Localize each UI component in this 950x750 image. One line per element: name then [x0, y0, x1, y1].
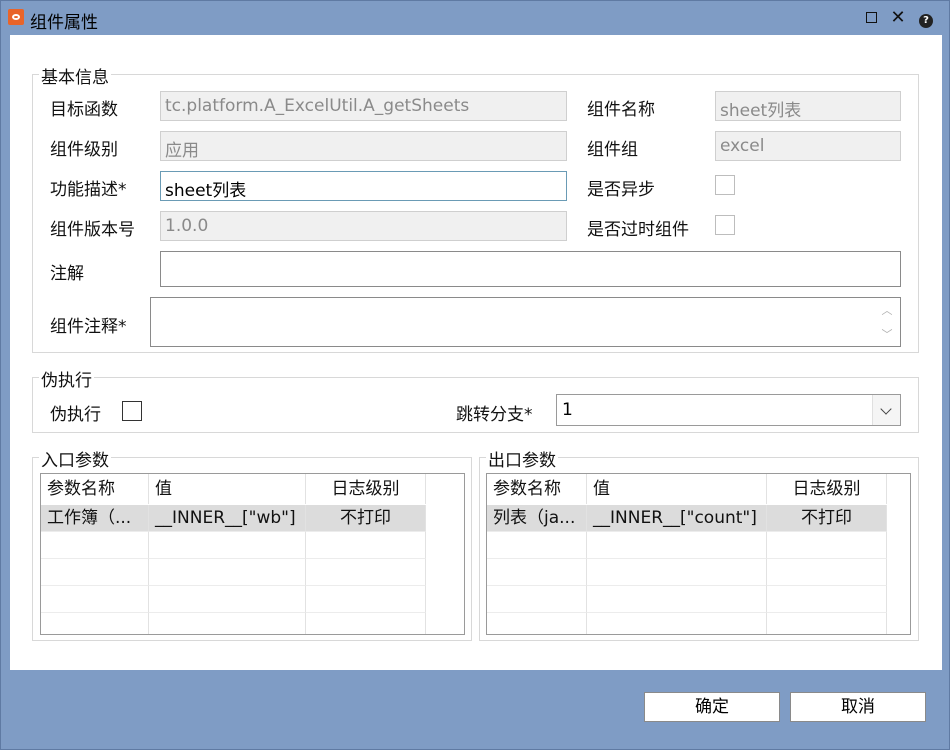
empty-cell: [487, 532, 587, 559]
empty-cell: [41, 586, 149, 613]
empty-cell: [487, 586, 587, 613]
table-row: [487, 532, 910, 559]
table-row: [487, 613, 910, 634]
empty-cell: [767, 532, 887, 559]
table-row: [487, 559, 910, 586]
empty-cell: [767, 586, 887, 613]
output-params-legend: 出口参数: [486, 446, 558, 471]
empty-cell: [149, 613, 306, 634]
func-desc-label: 功能描述*: [50, 180, 127, 200]
deprecated-label: 是否过时组件: [587, 220, 689, 240]
empty-cell: [306, 613, 426, 634]
scroll-up-icon[interactable]: ︿: [880, 305, 894, 316]
comp-group-field: excel: [715, 131, 901, 161]
empty-cell: [306, 586, 426, 613]
annotation-label: 注解: [50, 264, 84, 284]
output-params-table: 参数名称 值 日志级别 列表（ja... __INNER__["count"] …: [486, 473, 911, 635]
column-header[interactable]: 日志级别: [306, 474, 426, 504]
annotation-input[interactable]: [160, 251, 901, 287]
comment-textarea[interactable]: ︿ ﹀: [150, 297, 901, 347]
title-bar[interactable]: 组件属性 ✕ ?: [1, 1, 949, 35]
deprecated-checkbox[interactable]: [715, 215, 735, 235]
target-func-label: 目标函数: [50, 100, 118, 120]
table-header: 参数名称 值 日志级别: [487, 474, 910, 504]
input-params-legend: 入口参数: [39, 446, 111, 471]
table-row[interactable]: 工作簿（... __INNER__["wb"] 不打印: [41, 505, 464, 532]
dialog-window: 组件属性 ✕ ? 基本信息 目标函数 tc.platform.A_ExcelUt…: [0, 0, 950, 750]
param-name-cell: 列表（ja...: [487, 505, 587, 532]
scroll-down-icon[interactable]: ﹀: [880, 329, 894, 340]
chevron-down-icon[interactable]: [872, 395, 900, 425]
empty-cell: [306, 559, 426, 586]
empty-cell: [587, 532, 767, 559]
dialog-content: 基本信息 目标函数 tc.platform.A_ExcelUtil.A_getS…: [10, 35, 942, 670]
empty-cell: [587, 559, 767, 586]
pseudo-exec-label: 伪执行: [50, 405, 101, 425]
window-title: 组件属性: [30, 13, 98, 33]
column-header[interactable]: 参数名称: [41, 474, 149, 504]
jump-branch-label: 跳转分支*: [456, 405, 533, 425]
empty-cell: [587, 586, 767, 613]
basic-info-legend: 基本信息: [39, 63, 111, 88]
maximize-icon[interactable]: [860, 7, 882, 29]
version-label: 组件版本号: [50, 220, 135, 240]
func-desc-input[interactable]: sheet列表: [160, 171, 567, 201]
param-value-cell: __INNER__["wb"]: [149, 505, 306, 532]
empty-cell: [41, 532, 149, 559]
param-log-cell: 不打印: [306, 505, 426, 532]
empty-cell: [487, 613, 587, 634]
jump-branch-value: 1: [562, 400, 573, 420]
table-row: [41, 559, 464, 586]
table-row: [41, 613, 464, 634]
table-row: [41, 532, 464, 559]
comp-level-label: 组件级别: [50, 140, 118, 160]
comp-level-field: 应用: [160, 131, 567, 161]
column-header[interactable]: 参数名称: [487, 474, 587, 504]
help-icon[interactable]: ?: [915, 7, 937, 29]
input-params-table: 参数名称 值 日志级别 工作簿（... __INNER__["wb"] 不打印: [40, 473, 465, 635]
comp-group-label: 组件组: [587, 140, 638, 160]
app-logo-icon: [8, 9, 24, 25]
empty-cell: [41, 613, 149, 634]
comment-label: 组件注释*: [50, 317, 127, 337]
column-header[interactable]: 值: [587, 474, 767, 504]
empty-cell: [149, 532, 306, 559]
comment-scrollbar[interactable]: ︿ ﹀: [876, 300, 898, 344]
empty-cell: [587, 613, 767, 634]
empty-cell: [149, 559, 306, 586]
async-label: 是否异步: [587, 180, 655, 200]
table-header: 参数名称 值 日志级别: [41, 474, 464, 504]
empty-cell: [767, 613, 887, 634]
comp-name-field: sheet列表: [715, 91, 901, 121]
target-func-field: tc.platform.A_ExcelUtil.A_getSheets: [160, 91, 567, 121]
param-name-cell: 工作簿（...: [41, 505, 149, 532]
table-row[interactable]: 列表（ja... __INNER__["count"] 不打印: [487, 505, 910, 532]
table-row: [41, 586, 464, 613]
empty-cell: [487, 559, 587, 586]
column-header[interactable]: 值: [149, 474, 306, 504]
jump-branch-select[interactable]: 1: [556, 394, 901, 426]
version-field: 1.0.0: [160, 211, 567, 241]
param-value-cell: __INNER__["count"]: [587, 505, 767, 532]
empty-cell: [149, 586, 306, 613]
pseudo-exec-legend: 伪执行: [39, 366, 94, 391]
column-header[interactable]: 日志级别: [767, 474, 887, 504]
empty-cell: [767, 559, 887, 586]
async-checkbox[interactable]: [715, 175, 735, 195]
cancel-button[interactable]: 取消: [790, 692, 926, 722]
param-log-cell: 不打印: [767, 505, 887, 532]
empty-cell: [306, 532, 426, 559]
comp-name-label: 组件名称: [587, 100, 655, 120]
table-row: [487, 586, 910, 613]
close-icon[interactable]: ✕: [887, 7, 909, 29]
pseudo-exec-checkbox[interactable]: [122, 401, 142, 421]
ok-button[interactable]: 确定: [644, 692, 780, 722]
empty-cell: [41, 559, 149, 586]
